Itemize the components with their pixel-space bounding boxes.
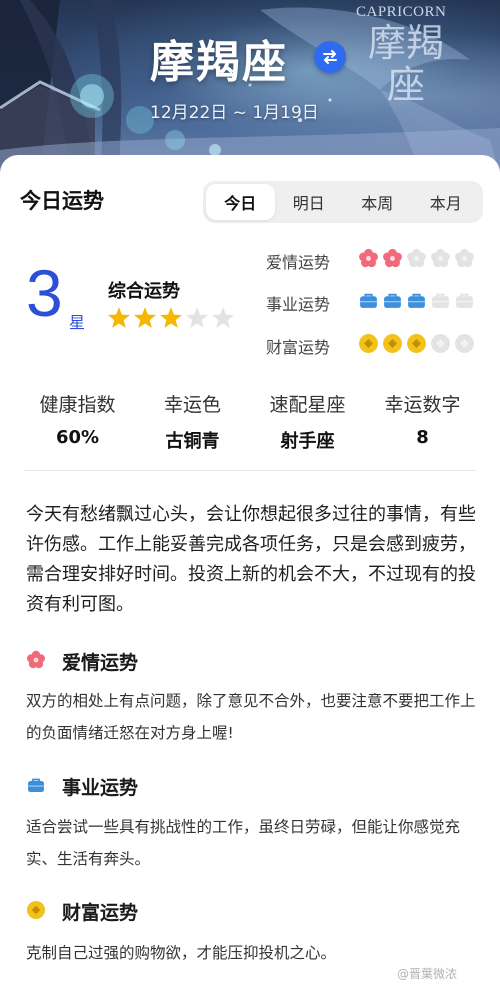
tab-today[interactable]: 今日 [206, 184, 275, 220]
briefcase-icon [430, 290, 451, 315]
coin-icon [382, 333, 403, 358]
flower-icon [430, 248, 451, 273]
metric-health: 健康指数 60% [20, 390, 135, 453]
metric-value: 古铜青 [165, 431, 220, 452]
divider [24, 470, 476, 471]
love-rating [358, 248, 475, 273]
switch-sign-button[interactable] [314, 41, 346, 73]
section-title: 事业运势 [62, 777, 139, 799]
overall-score-unit: 星 [69, 313, 86, 332]
tab-tomorrow[interactable]: 明日 [275, 184, 344, 220]
metric-label: 健康指数 [39, 394, 116, 416]
briefcase-icon [382, 290, 403, 315]
section-career-text: 适合尝试一些具有挑战性的工作，虽终日劳碌，但能让你感觉充实、生活有奔头。 [26, 818, 461, 868]
briefcase-icon [26, 775, 46, 799]
career-rating [358, 290, 475, 315]
watermark: @晋葉微浓 [397, 965, 457, 982]
flower-icon [406, 248, 427, 273]
wealth-rating [358, 333, 475, 358]
star-filled-icon [107, 306, 131, 334]
coin-icon [430, 333, 451, 358]
star-filled-icon [159, 306, 183, 334]
flower-icon [26, 650, 46, 674]
section-love-text: 双方的相处上有点问题，除了意见不合外，也要注意不要把工作上的负面情绪迁怒在对方身… [26, 692, 476, 742]
tab-this-month[interactable]: 本月 [412, 184, 481, 220]
section-love-header: 爱情运势 [26, 648, 138, 675]
briefcase-icon [454, 290, 475, 315]
coin-icon [26, 900, 46, 924]
section-title: 财富运势 [62, 902, 139, 924]
tab-this-week[interactable]: 本周 [343, 184, 412, 220]
hero-banner: CAPRICORN 摩羯座 摩羯座 12月22日 ~ 1月19日 [0, 0, 500, 175]
aspect-label: 财富运势 [266, 337, 331, 357]
fortune-summary: 今天有愁绪飘过心头，会让你想起很多过往的事情，有些许伤感。工作上能妥善完成各项任… [26, 504, 476, 615]
fortune-card: 今日运势 今日 明日 本周 本月 3 星 综合运势 爱情运势 事业运势 财富运势… [0, 155, 500, 996]
metric-value: 射手座 [280, 431, 335, 452]
metric-label: 幸运色 [163, 394, 221, 416]
section-wealth-header: 财富运势 [26, 898, 138, 925]
star-empty-icon [185, 306, 209, 334]
coin-icon [454, 333, 475, 358]
coin-icon [406, 333, 427, 358]
sign-title: 摩羯座 [150, 37, 288, 88]
metric-value: 60% [55, 427, 100, 448]
metric-value: 8 [416, 427, 429, 448]
period-tabs: 今日 明日 本周 本月 [203, 181, 483, 223]
fortune-title: 今日运势 [20, 189, 104, 213]
section-career-header: 事业运势 [26, 773, 138, 800]
english-sign-name: CAPRICORN [356, 4, 447, 20]
coin-icon [358, 333, 379, 358]
briefcase-icon [358, 290, 379, 315]
star-empty-icon [211, 306, 235, 334]
aspect-label: 爱情运势 [266, 252, 331, 272]
aspect-label: 事业运势 [266, 294, 331, 314]
aspect-row-love: 爱情运势 [266, 248, 475, 273]
sign-name-artwork: 摩羯座 [367, 21, 444, 107]
section-title: 爱情运势 [62, 652, 139, 674]
overall-label: 综合运势 [108, 281, 180, 302]
aspect-row-career: 事业运势 [266, 290, 475, 315]
metric-match-sign: 速配星座 射手座 [250, 390, 365, 453]
overall-star-rating [107, 306, 235, 334]
aspect-row-wealth: 财富运势 [266, 333, 475, 358]
metric-label: 速配星座 [269, 394, 346, 416]
flower-icon [454, 248, 475, 273]
date-range: 12月22日 ~ 1月19日 [150, 103, 319, 123]
watermark-text: @晋葉微浓 [397, 967, 458, 981]
swap-arrows-icon [323, 50, 337, 64]
metrics-row: 健康指数 60% 幸运色 古铜青 速配星座 射手座 幸运数字 8 [20, 390, 480, 453]
metric-lucky-number: 幸运数字 8 [365, 390, 480, 453]
metric-lucky-color: 幸运色 古铜青 [135, 390, 250, 453]
star-filled-icon [133, 306, 157, 334]
metric-label: 幸运数字 [384, 394, 461, 416]
flower-icon [382, 248, 403, 273]
overall-score: 3 [26, 256, 63, 330]
briefcase-icon [406, 290, 427, 315]
flower-icon [358, 248, 379, 273]
